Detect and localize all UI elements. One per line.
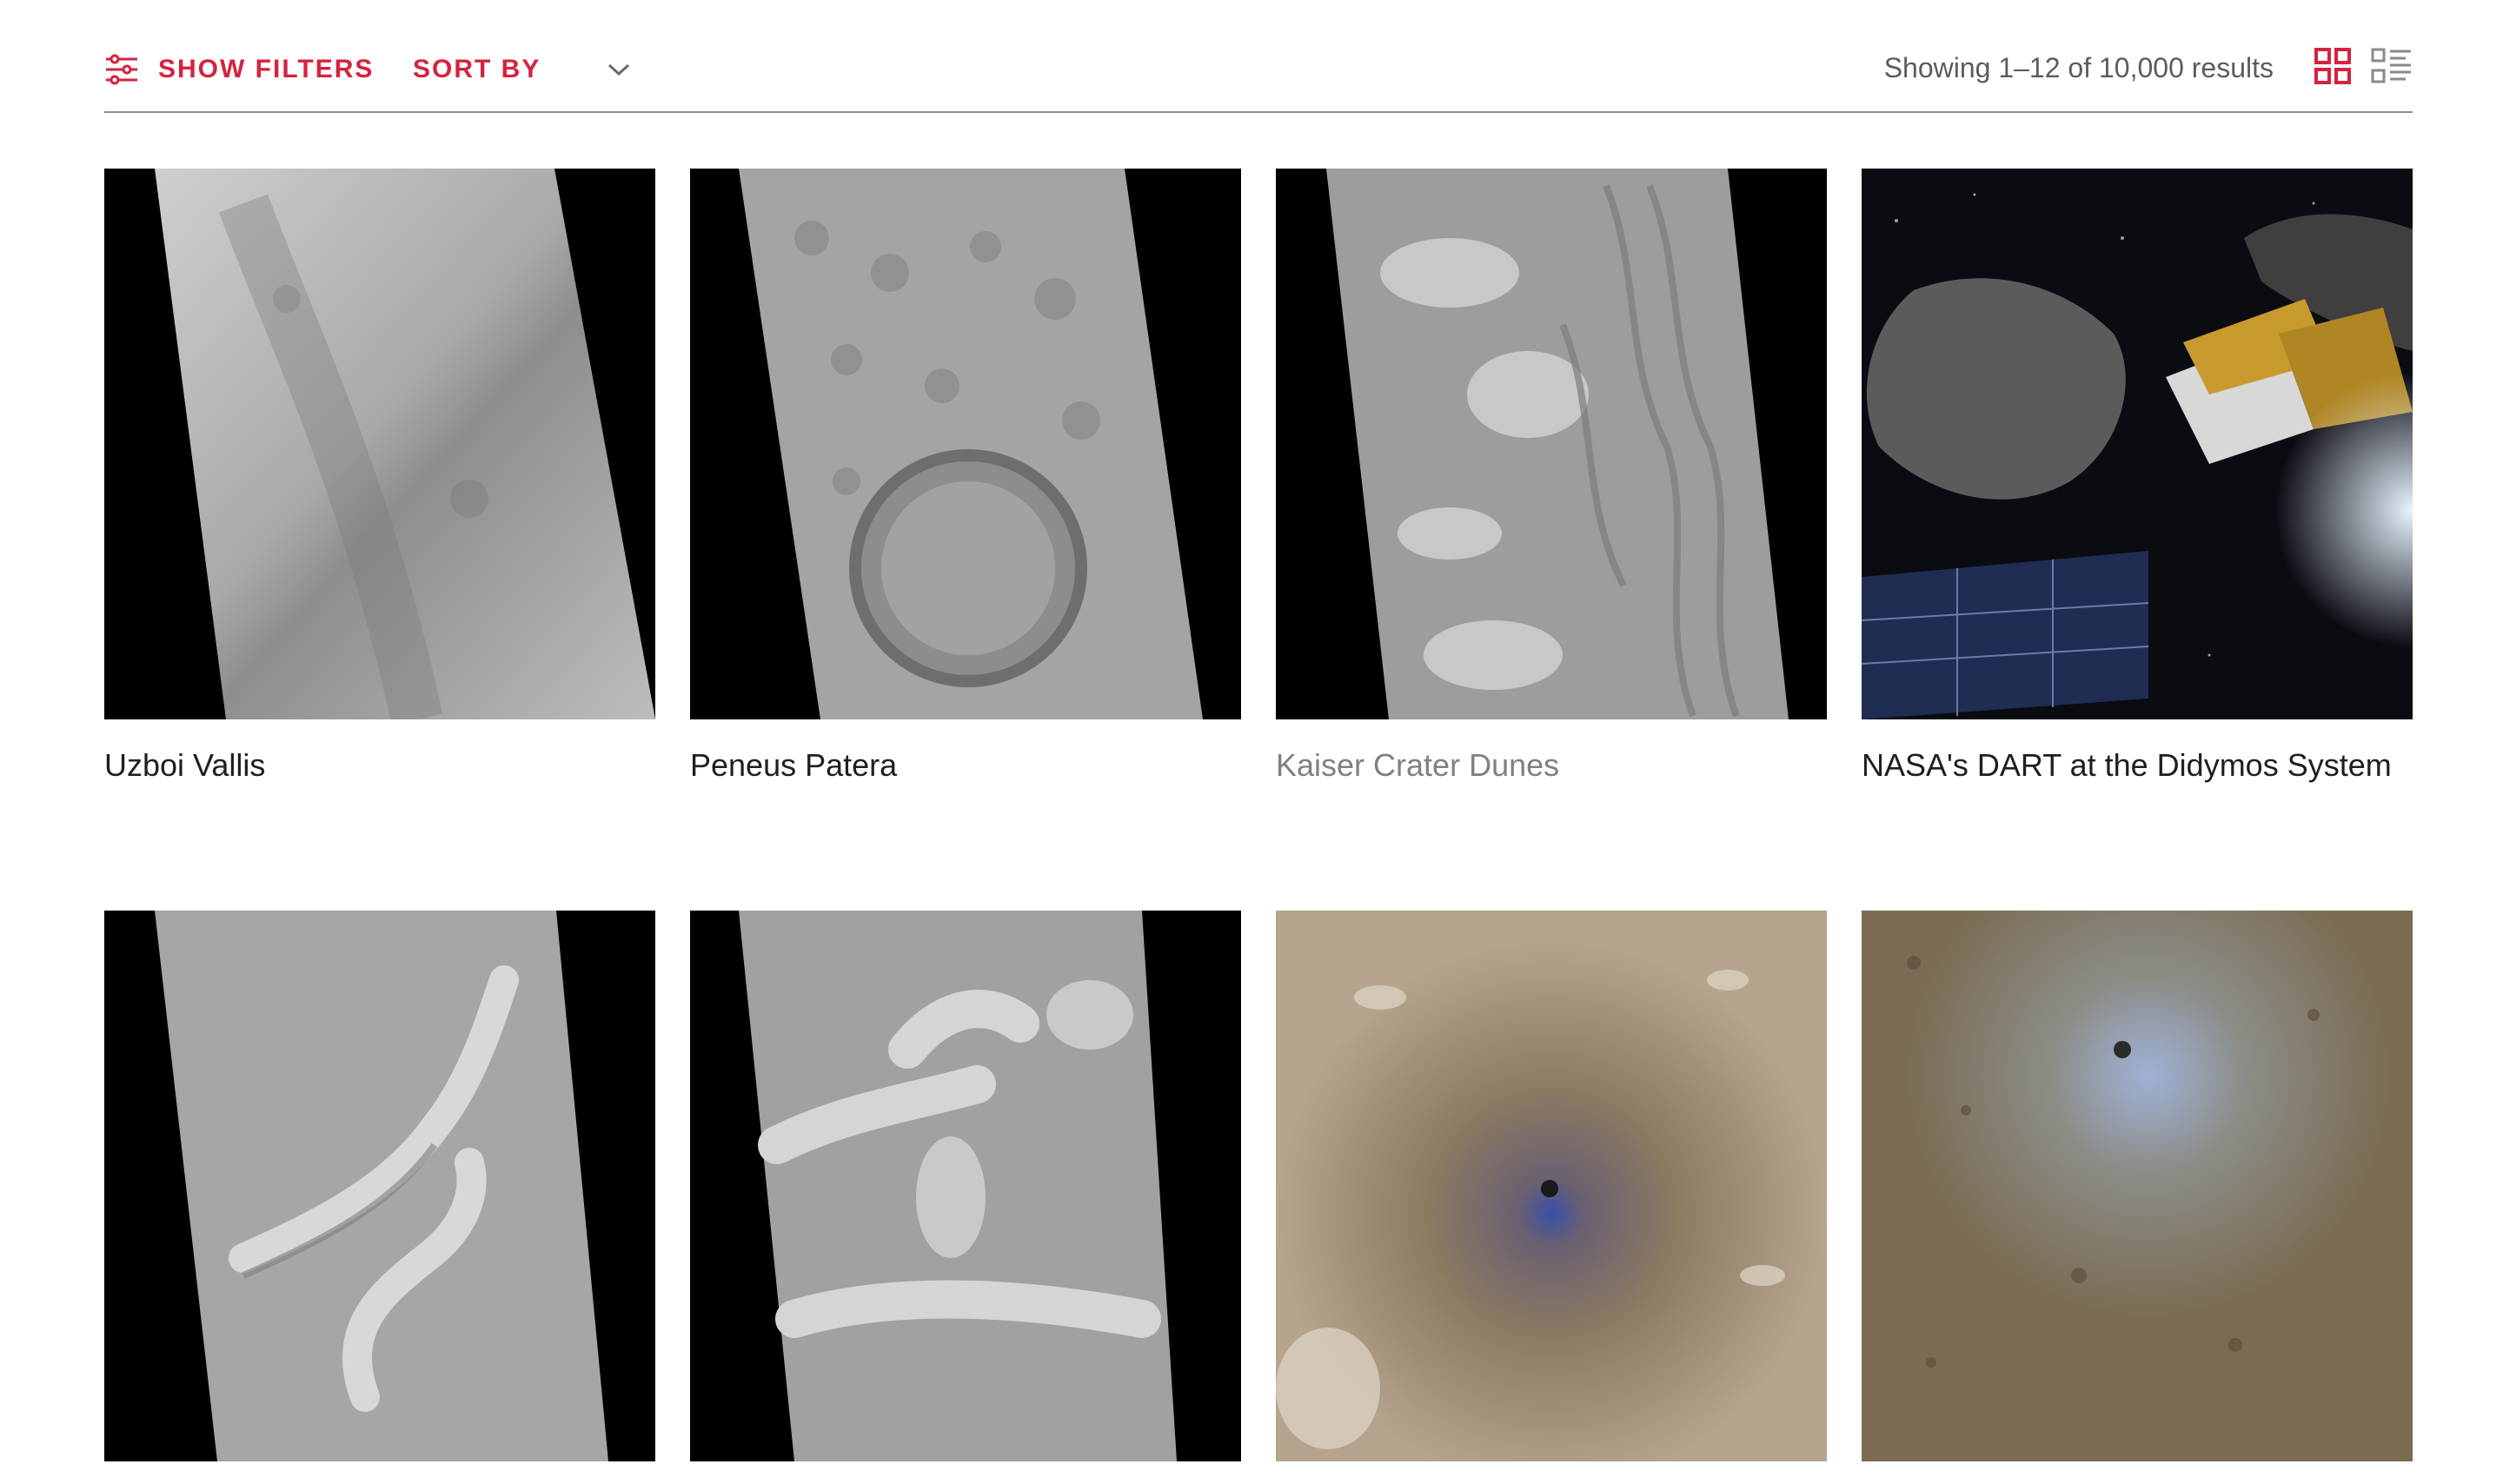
- grid-view-icon[interactable]: [2314, 47, 2352, 85]
- image-card: [690, 911, 1241, 1484]
- image-card: [1276, 911, 1827, 1484]
- image-card: NASA's DART at the Didymos System: [1862, 169, 2413, 789]
- list-view-icon[interactable]: [2371, 47, 2413, 85]
- show-filters-label: SHOW FILTERS: [158, 55, 375, 83]
- card-title[interactable]: Kaiser Crater Dunes: [1276, 742, 1827, 789]
- card-image[interactable]: [690, 169, 1241, 719]
- image-card: Uzboi Vallis: [104, 169, 655, 789]
- card-image[interactable]: [104, 169, 655, 719]
- card-image[interactable]: [1276, 169, 1827, 719]
- image-card: Peneus Patera: [690, 169, 1241, 789]
- chevron-down-icon: [608, 63, 630, 76]
- card-image[interactable]: [104, 911, 655, 1461]
- card-image[interactable]: [1862, 911, 2413, 1461]
- sort-by-label: SORT BY: [413, 55, 541, 83]
- results-toolbar: SHOW FILTERS SORT BY Showing 1–12 of 10,…: [104, 35, 2413, 113]
- card-title[interactable]: Uzboi Vallis: [104, 742, 655, 789]
- image-card: Kaiser Crater Dunes: [1276, 169, 1827, 789]
- card-title[interactable]: Peneus Patera: [690, 742, 1241, 789]
- image-card: [1862, 911, 2413, 1484]
- results-count: Showing 1–12 of 10,000 results: [1883, 52, 2274, 83]
- image-card: [104, 911, 655, 1484]
- sliders-icon: [106, 54, 137, 85]
- sort-by-dropdown[interactable]: SORT BY: [413, 50, 631, 89]
- card-image[interactable]: [690, 911, 1241, 1461]
- card-title[interactable]: NASA's DART at the Didymos System: [1862, 742, 2413, 789]
- show-filters-button[interactable]: SHOW FILTERS: [104, 50, 374, 89]
- card-image[interactable]: [1276, 911, 1827, 1461]
- card-image[interactable]: [1862, 169, 2413, 719]
